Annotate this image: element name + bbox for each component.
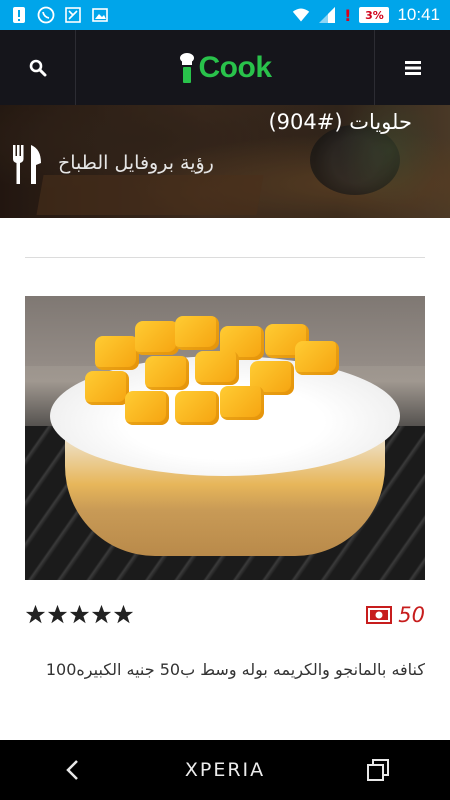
back-button[interactable] bbox=[42, 740, 102, 800]
app-notification-icon bbox=[64, 6, 82, 24]
app-logo[interactable]: Cook bbox=[76, 51, 374, 85]
battery-alert-icon: ! bbox=[344, 5, 352, 25]
whatsapp-icon bbox=[37, 6, 55, 24]
recipe-description: كنافه بالمانجو والكريمه بوله وسط ب50 جني… bbox=[45, 660, 425, 679]
search-button[interactable] bbox=[0, 30, 76, 105]
app-header: Cook bbox=[0, 30, 450, 105]
banner-background-decoration bbox=[36, 175, 264, 215]
star-rating bbox=[25, 604, 134, 625]
mango-piece bbox=[135, 321, 179, 355]
category-title: حلويات (#904) bbox=[268, 110, 412, 134]
notification-alert-icon bbox=[10, 6, 28, 24]
mango-piece bbox=[145, 356, 189, 390]
star-icon bbox=[47, 604, 68, 624]
recent-apps-button[interactable] bbox=[348, 740, 408, 800]
clock: 10:41 bbox=[397, 5, 440, 24]
mango-piece bbox=[295, 341, 339, 375]
hamburger-menu-icon bbox=[404, 60, 421, 75]
divider bbox=[25, 257, 425, 258]
battery-indicator: 3% bbox=[359, 7, 390, 23]
menu-button[interactable] bbox=[374, 30, 450, 105]
mango-piece bbox=[125, 391, 169, 425]
mango-piece bbox=[95, 336, 139, 370]
money-icon bbox=[366, 606, 393, 624]
mango-piece bbox=[220, 386, 264, 420]
logo-text: Cook bbox=[198, 50, 273, 84]
search-icon bbox=[29, 59, 46, 76]
mango-piece bbox=[175, 316, 219, 350]
fork-knife-icon bbox=[12, 145, 44, 189]
wifi-icon bbox=[292, 6, 310, 24]
star-icon bbox=[25, 604, 46, 624]
chef-hat-logo-icon bbox=[179, 52, 194, 83]
status-bar: ! 3% 10:41 bbox=[0, 0, 450, 30]
mango-piece bbox=[175, 391, 219, 425]
star-icon bbox=[69, 604, 90, 624]
category-banner: حلويات (#904) رؤية بروفايل الطباخ bbox=[0, 105, 450, 218]
chef-profile-link[interactable]: رؤية بروفايل الطباخ bbox=[58, 152, 214, 174]
signal-icon bbox=[318, 6, 336, 24]
back-chevron-icon bbox=[65, 760, 78, 780]
star-icon bbox=[91, 604, 112, 624]
recent-apps-icon bbox=[367, 759, 390, 781]
star-icon bbox=[113, 604, 134, 624]
image-icon bbox=[91, 6, 109, 24]
brand-logo[interactable]: XPERIA bbox=[185, 759, 265, 781]
banner-background-decoration bbox=[310, 125, 400, 195]
mango-piece bbox=[85, 371, 129, 405]
price: 50 bbox=[366, 603, 425, 627]
mango-piece bbox=[195, 351, 239, 385]
system-navigation-bar: XPERIA bbox=[0, 740, 450, 800]
recipe-image[interactable] bbox=[25, 296, 425, 580]
price-value: 50 bbox=[398, 603, 425, 627]
